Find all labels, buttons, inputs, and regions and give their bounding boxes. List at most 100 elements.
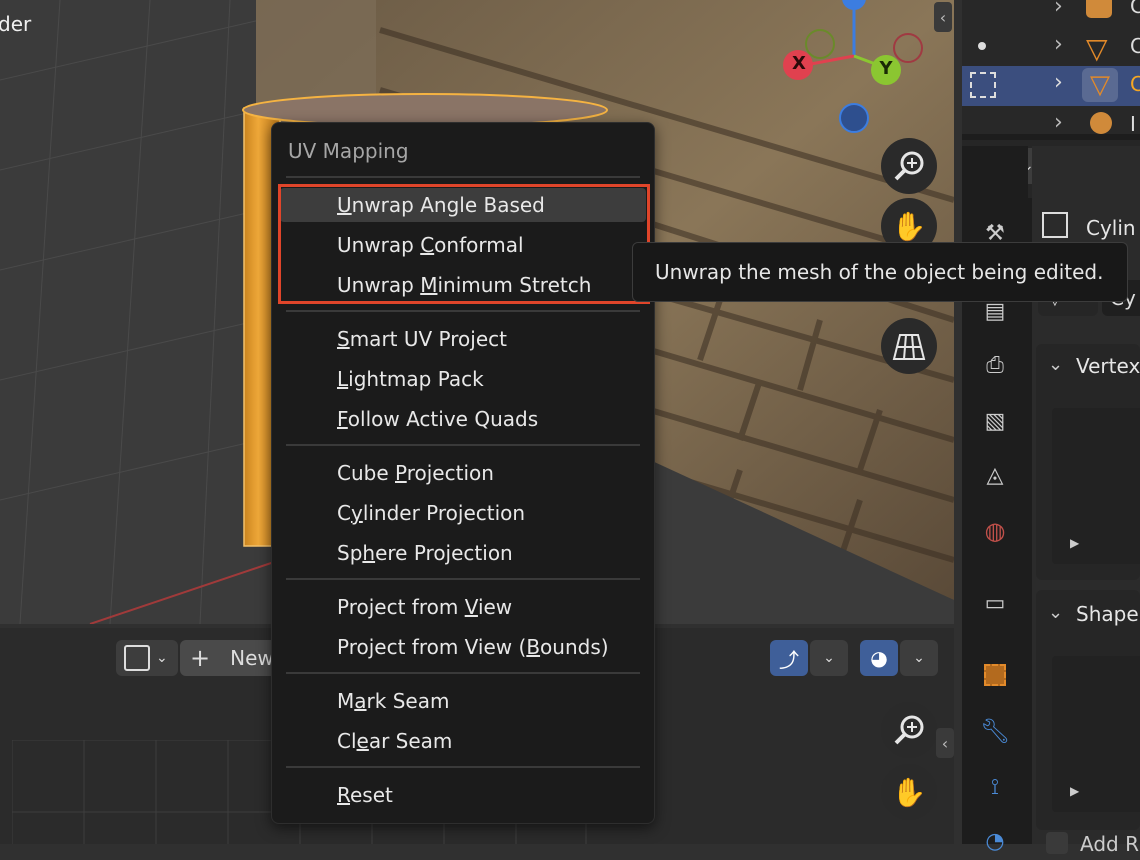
menu-item-label: Follow Active Quads: [337, 407, 539, 431]
menu-item-label: Smart UV Project: [337, 327, 507, 351]
menu-separator: [286, 578, 640, 580]
images-icon: ▧: [984, 408, 1006, 434]
vertex-groups-title[interactable]: Vertex: [1076, 354, 1140, 378]
outliner-row-label: C: [1130, 0, 1140, 18]
collection-icon: ▭: [984, 590, 1006, 616]
render-icon: ▤: [984, 298, 1006, 324]
hand-icon: ✋: [891, 209, 927, 243]
menu-item-label: Project from View (Bounds): [337, 635, 609, 659]
particles-icon: ⟟: [990, 774, 1000, 800]
menu-item-reset[interactable]: Reset: [280, 778, 646, 812]
chevron-down-icon: ⌄: [913, 650, 925, 666]
outliner[interactable]: › C › ▽ C › ▽ C › I: [962, 0, 1140, 136]
new-image-label: New: [230, 646, 274, 670]
outliner-row[interactable]: › C: [962, 0, 1140, 28]
tab-object[interactable]: [976, 656, 1014, 694]
menu-item-project-from-view[interactable]: Project from View: [280, 590, 646, 624]
outliner-row[interactable]: › ▽ C: [962, 28, 1140, 68]
add-rest-checkbox[interactable]: [1046, 832, 1068, 854]
uv-sidebar-toggle-arrow[interactable]: ‹: [936, 728, 954, 758]
menu-separator: [286, 444, 640, 446]
zoom-in-icon: [894, 151, 924, 181]
tab-scene[interactable]: ◬: [976, 456, 1014, 494]
sync-icon: ⤴: [779, 647, 799, 672]
menu-item-label: Cylinder Projection: [337, 501, 526, 525]
object-name: Cylin: [1086, 216, 1136, 240]
tab-modifiers[interactable]: 🔧︎: [976, 712, 1014, 750]
outliner-row-label: I: [1130, 112, 1136, 136]
tab-physics[interactable]: ◔: [976, 822, 1014, 860]
shape-keys-panel: ⌄ Shape ▶: [1036, 590, 1140, 830]
chevron-right-icon[interactable]: ›: [1054, 110, 1063, 135]
object-icon: [984, 664, 1006, 686]
light-icon: [1090, 112, 1112, 134]
viewport-label: der: [0, 12, 32, 36]
tab-collection[interactable]: ▭: [976, 584, 1014, 622]
uv-pan-button[interactable]: ✋: [881, 764, 937, 820]
gizmo-x-label: X: [792, 53, 806, 74]
menu-separator: [286, 176, 640, 178]
menu-item-clear-seam[interactable]: Clear Seam: [280, 724, 646, 758]
overlay-button[interactable]: ◕: [860, 640, 898, 676]
chevron-left-icon: ‹: [939, 7, 947, 27]
shape-keys-title[interactable]: Shape: [1076, 602, 1139, 626]
menu-item-follow-active-quads[interactable]: Follow Active Quads: [280, 402, 646, 436]
menu-item-cylinder-projection[interactable]: Cylinder Projection: [280, 496, 646, 530]
vertex-groups-list[interactable]: ▶: [1052, 408, 1140, 564]
menu-item-label: Lightmap Pack: [337, 367, 484, 391]
menu-item-project-from-view-bounds[interactable]: Project from View (Bounds): [280, 630, 646, 664]
annotation-highlight-box: [278, 184, 650, 304]
menu-item-smart-uv-project[interactable]: Smart UV Project: [280, 322, 646, 356]
sidebar-toggle-arrow[interactable]: ‹: [934, 2, 952, 32]
chevron-down-icon[interactable]: ⌄: [1048, 354, 1063, 375]
overlay-icon: ◕: [870, 646, 888, 670]
menu-item-label: Sphere Projection: [337, 541, 513, 565]
menu-item-label: Mark Seam: [337, 689, 450, 713]
plus-icon: +: [190, 644, 211, 672]
outliner-row-label: C: [1130, 34, 1140, 58]
chevron-down-icon: ⌄: [156, 650, 168, 666]
right-panels: › C › ▽ C › ▽ C › I ⌄: [962, 0, 1140, 856]
chevron-down-icon[interactable]: ⌄: [1048, 602, 1063, 623]
chevron-right-icon[interactable]: ›: [1054, 32, 1063, 57]
uv-zoom-button[interactable]: [881, 702, 937, 758]
image-icon: [124, 645, 150, 671]
mesh-object-icon: ▽: [1086, 32, 1108, 65]
chevron-right-icon[interactable]: ›: [1054, 70, 1063, 95]
uv-sync-dropdown[interactable]: ⌄: [810, 640, 848, 676]
zoom-in-icon: [894, 715, 924, 745]
menu-item-lightmap-pack[interactable]: Lightmap Pack: [280, 362, 646, 396]
tab-output[interactable]: ⎙: [976, 346, 1014, 384]
tab-world[interactable]: ◍: [976, 512, 1014, 550]
menu-item-sphere-projection[interactable]: Sphere Projection: [280, 536, 646, 570]
menu-item-mark-seam[interactable]: Mark Seam: [280, 684, 646, 718]
uv-sync-button[interactable]: ⤴: [770, 640, 808, 676]
tab-particles[interactable]: ⟟: [976, 768, 1014, 806]
edit-mode-icon: [970, 72, 996, 98]
vertex-groups-panel: ⌄ Vertex ▶: [1036, 344, 1140, 580]
world-icon: ◍: [984, 517, 1006, 545]
hand-icon: ✋: [891, 775, 927, 809]
triangle-right-icon[interactable]: ▶: [1070, 536, 1079, 550]
overlay-dropdown[interactable]: ⌄: [900, 640, 938, 676]
shape-keys-list[interactable]: ▶: [1052, 656, 1140, 812]
editor-type-button[interactable]: ⌄: [116, 640, 178, 676]
wrench-icon: 🔧︎: [979, 717, 1011, 745]
zoom-button[interactable]: [881, 138, 937, 194]
outliner-row[interactable]: › I: [962, 104, 1140, 144]
menu-separator: [286, 672, 640, 674]
chevron-right-icon[interactable]: ›: [1054, 0, 1063, 19]
gizmo-y-label: Y: [879, 58, 893, 79]
tab-view-layer[interactable]: ▧: [976, 402, 1014, 440]
tooltip: Unwrap the mesh of the object being edit…: [632, 242, 1128, 302]
menu-title: UV Mapping: [288, 139, 409, 163]
chevron-left-icon: ‹: [941, 733, 949, 753]
menu-item-cube-projection[interactable]: Cube Projection: [280, 456, 646, 490]
triangle-right-icon[interactable]: ▶: [1070, 784, 1079, 798]
add-rest-label: Add R: [1080, 832, 1139, 856]
grid-perspective-icon: [892, 334, 926, 360]
outliner-row-selected[interactable]: › ▽ C: [962, 66, 1140, 106]
perspective-toggle-button[interactable]: [881, 318, 937, 374]
menu-item-label: Clear Seam: [337, 729, 453, 753]
new-image-button[interactable]: + New: [180, 640, 280, 676]
